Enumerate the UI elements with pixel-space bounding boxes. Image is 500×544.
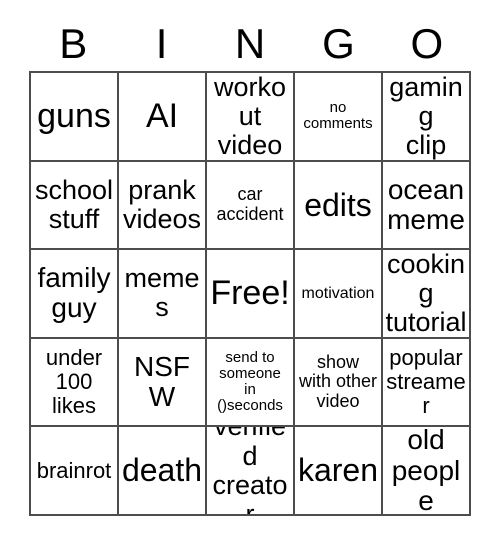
bingo-cell-label: NSFW: [134, 350, 190, 413]
bingo-cell-label: show with other video: [298, 351, 378, 411]
bingo-cell[interactable]: verified creator: [207, 427, 295, 516]
bingo-cell[interactable]: family guy: [31, 250, 119, 339]
bingo-cell[interactable]: motivation: [295, 250, 383, 339]
bingo-cell[interactable]: school stuff: [31, 161, 119, 251]
bingo-cell-label: school stuff: [34, 174, 114, 234]
bingo-cell[interactable]: brainrot: [31, 427, 119, 516]
bingo-cell[interactable]: AI: [119, 73, 207, 162]
bingo-cell-label: prank videos: [122, 174, 202, 234]
bingo-cell[interactable]: no comments: [295, 73, 383, 162]
bingo-cell-label: verified creator: [212, 427, 288, 516]
bingo-header-letter-g: G: [322, 20, 355, 67]
bingo-cell-label: cooking tutorial: [385, 250, 467, 338]
bingo-cell-label: edits: [304, 186, 372, 223]
bingo-cell[interactable]: prank videos: [119, 161, 207, 251]
bingo-cell-label: send to someone in ()seconds: [217, 348, 283, 415]
bingo-header-letter-i: I: [155, 20, 168, 67]
bingo-cell-free[interactable]: Free!: [207, 250, 295, 339]
bingo-cell[interactable]: edits: [295, 161, 383, 251]
bingo-header-letter-o: O: [410, 20, 444, 67]
bingo-cell[interactable]: memes: [119, 250, 207, 339]
bingo-cell[interactable]: car accident: [207, 161, 295, 251]
bingo-cell[interactable]: popular streamer: [383, 338, 471, 428]
bingo-cell[interactable]: cooking tutorial: [383, 250, 471, 339]
bingo-cell-label: motivation: [301, 284, 375, 302]
bingo-cell-label: no comments: [303, 99, 373, 133]
bingo-cell[interactable]: show with other video: [295, 338, 383, 428]
bingo-cell-label: AI: [145, 96, 179, 135]
bingo-cell-label: brainrot: [36, 457, 112, 483]
bingo-cell[interactable]: ocean meme: [383, 161, 471, 251]
bingo-cell-label: workout video: [213, 73, 287, 160]
bingo-cell[interactable]: death: [119, 427, 207, 516]
bingo-cell[interactable]: under 100 likes: [31, 338, 119, 428]
bingo-header-row: B I N G O: [29, 18, 471, 70]
bingo-cell-label: Free!: [210, 274, 290, 313]
bingo-cell-label: ocean meme: [387, 173, 465, 235]
bingo-cell-label: under 100 likes: [45, 345, 103, 418]
bingo-header-letter-b: B: [59, 20, 88, 67]
bingo-header-letter-n: N: [234, 20, 266, 67]
bingo-cell-label: car accident: [216, 184, 284, 224]
bingo-cell[interactable]: old people: [383, 427, 471, 516]
bingo-grid: guns AI workout video no comments gaming…: [29, 71, 471, 516]
bingo-cell[interactable]: workout video: [207, 73, 295, 162]
bingo-cell-label: karen: [297, 452, 379, 489]
bingo-card: B I N G O guns AI workout video no comme…: [0, 0, 500, 544]
bingo-cell[interactable]: gaming clip: [383, 73, 471, 162]
bingo-cell[interactable]: guns: [31, 73, 119, 162]
bingo-cell-label: guns: [37, 96, 111, 135]
bingo-cell-label: memes: [124, 263, 200, 323]
bingo-cell-label: death: [121, 452, 203, 489]
bingo-cell-label: popular streamer: [386, 345, 466, 418]
bingo-cell-label: family guy: [37, 262, 111, 324]
bingo-cell-label: old people: [391, 427, 461, 516]
bingo-cell[interactable]: karen: [295, 427, 383, 516]
bingo-cell-label: gaming clip: [389, 73, 463, 160]
bingo-cell[interactable]: NSFW: [119, 338, 207, 428]
bingo-cell[interactable]: send to someone in ()seconds: [207, 338, 295, 428]
